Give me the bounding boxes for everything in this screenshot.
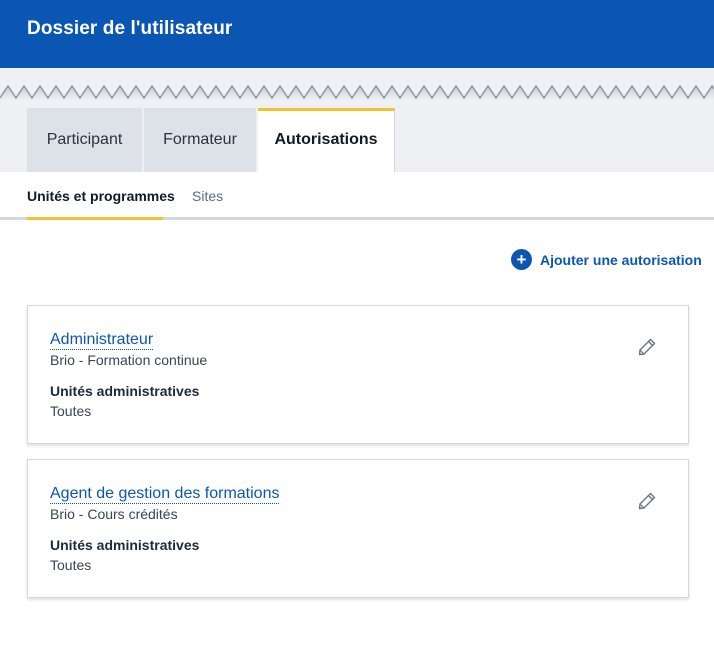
torn-edge-decoration: [0, 84, 714, 100]
subtab-unites-programmes[interactable]: Unités et programmes: [27, 188, 175, 204]
sub-tabs: Unités et programmes Sites: [0, 172, 714, 220]
pencil-icon[interactable]: [637, 491, 657, 511]
authorization-title-link[interactable]: Administrateur: [50, 331, 154, 350]
units-label: Unités administratives: [50, 383, 200, 399]
page-title: Dossier de l'utilisateur: [27, 18, 233, 39]
subtab-sites[interactable]: Sites: [192, 188, 223, 204]
add-authorization-button[interactable]: + Ajouter une autorisation: [511, 249, 702, 270]
authorization-card: Administrateur Brio - Formation continue…: [27, 305, 689, 444]
authorization-title-link[interactable]: Agent de gestion des formations: [50, 485, 280, 504]
tab-formateur[interactable]: Formateur: [144, 108, 256, 172]
authorization-program: Brio - Cours crédités: [50, 506, 178, 522]
active-subtab-indicator: [27, 217, 163, 220]
tab-participant[interactable]: Participant: [27, 108, 142, 172]
app-header: Dossier de l'utilisateur: [0, 0, 714, 68]
units-value: Toutes: [50, 403, 92, 419]
tab-autorisations[interactable]: Autorisations: [258, 108, 395, 172]
main-tabs: Participant Formateur Autorisations: [27, 108, 397, 172]
pencil-icon[interactable]: [637, 337, 657, 357]
authorization-program: Brio - Formation continue: [50, 352, 208, 368]
add-authorization-label: Ajouter une autorisation: [540, 251, 702, 268]
authorization-card: Agent de gestion des formations Brio - C…: [27, 459, 689, 598]
units-label: Unités administratives: [50, 537, 200, 553]
units-value: Toutes: [50, 557, 92, 573]
plus-icon: +: [511, 249, 532, 270]
